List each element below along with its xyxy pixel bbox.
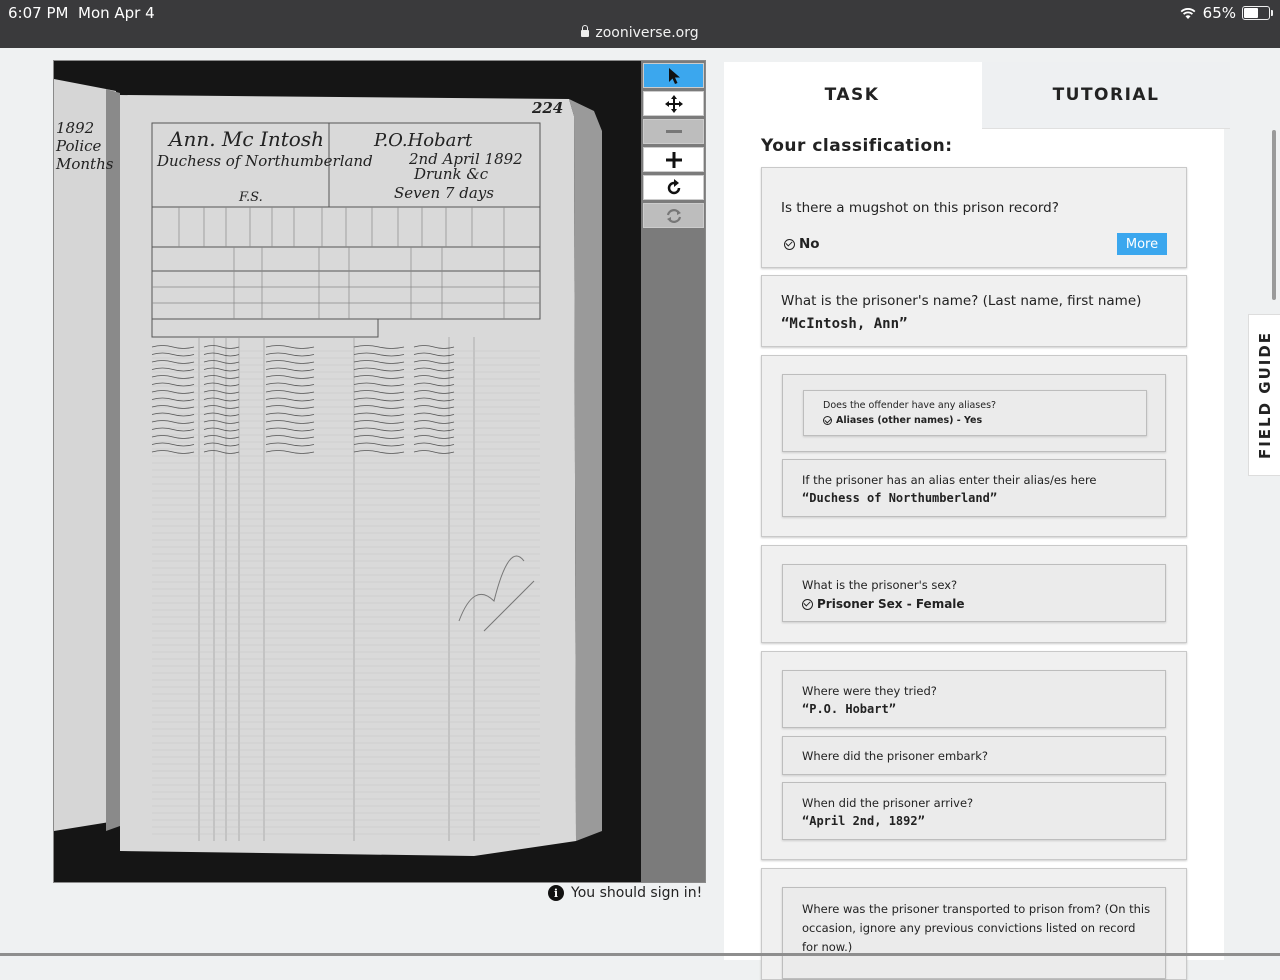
status-indicators: 65% [1179,4,1273,22]
wifi-icon [1180,8,1196,19]
pointer-tool-button[interactable] [643,63,704,88]
alias-entry-card: If the prisoner has an alias enter their… [782,459,1166,517]
sex-group-card: What is the prisoner's sex? Prisoner Sex… [761,545,1187,643]
transported-group-card: Where was the prisoner transported to pr… [761,868,1187,980]
mugshot-answer: No [784,236,820,252]
svg-text:Months: Months [55,155,114,173]
task-panel: TASK TUTORIAL Your classification: Is th… [724,62,1230,980]
lock-icon [581,25,590,37]
pan-tool-button[interactable] [643,91,704,116]
record-sentence: Seven 7 days [394,184,494,202]
status-bar: 6:07 PM Mon Apr 4 zooniverse.org 65% [0,0,1280,48]
embark-question: Where did the prisoner embark? [802,749,989,763]
name-question-card: What is the prisoner's name? (Last name,… [761,275,1187,347]
rotate-button[interactable] [643,175,704,200]
viewer-toolbar [641,61,705,882]
battery-icon [1242,6,1273,20]
record-transported: P.O.Hobart [373,130,473,151]
zoom-out-button[interactable] [643,119,704,144]
check-circle-icon [802,598,813,610]
refresh-icon [666,208,681,223]
panel-tabs: TASK TUTORIAL [724,62,1230,129]
aliases-question: Does the offender have any aliases? [823,400,997,411]
svg-text:Police: Police [55,137,102,155]
record-alias: Duchess of Northumberland [156,152,373,170]
status-time: 6:07 PM Mon Apr 4 [8,4,155,22]
page-number: 224 [531,99,563,117]
move-icon [664,94,683,113]
alias-entry-answer: “Duchess of Northumberland” [802,491,998,505]
subject-viewer: 224 Ann. Mc Intosh Duchess of Northumber… [53,60,706,883]
tried-answer: “P.O. Hobart” [802,702,896,716]
battery-percent: 65% [1202,4,1236,22]
arrive-question: When did the prisoner arrive? [802,796,974,810]
check-circle-icon [784,238,795,250]
cursor-icon [668,67,680,84]
mugshot-question: Is there a mugshot on this prison record… [781,200,1059,216]
reset-view-button[interactable] [643,203,704,228]
field-guide-tab[interactable]: FIELD GUIDE [1248,314,1280,476]
arrive-answer: “April 2nd, 1892” [802,814,925,828]
check-circle-icon [823,416,832,425]
alias-group-card: Does the offender have any aliases? Alia… [761,355,1187,537]
sex-answer: Prisoner Sex - Female [802,597,965,611]
classification-title: Your classification: [761,136,953,156]
aliases-answer: Aliases (other names) - Yes [823,415,982,426]
alias-entry-question: If the prisoner has an alias enter their… [802,473,1097,487]
tab-task[interactable]: TASK [724,62,980,128]
record-name: Ann. Mc Intosh [167,127,324,151]
minus-icon [665,129,682,133]
field-guide-label: FIELD GUIDE [1256,330,1275,460]
name-question: What is the prisoner's name? (Last name,… [781,293,1142,309]
alias-subgroup: Does the offender have any aliases? Alia… [782,374,1166,452]
mugshot-question-card: Is there a mugshot on this prison record… [761,167,1187,268]
embark-question-card: Where did the prisoner embark? [782,736,1166,775]
bottom-divider [0,953,1280,956]
sign-in-notice[interactable]: i You should sign in! [548,885,708,901]
aliases-question-card: Does the offender have any aliases? Alia… [803,390,1147,436]
arrive-question-card: When did the prisoner arrive? “April 2nd… [782,782,1166,840]
sex-question-card: What is the prisoner's sex? Prisoner Sex… [782,564,1166,622]
prison-record-image[interactable]: 224 Ann. Mc Intosh Duchess of Northumber… [54,61,641,882]
tried-question-card: Where were they tried? “P.O. Hobart” [782,670,1166,728]
url-text: zooniverse.org [595,25,699,41]
more-button[interactable]: More [1117,233,1167,255]
sign-in-text: You should sign in! [571,885,703,901]
svg-text:1892: 1892 [56,119,94,137]
transported-question-card: Where was the prisoner transported to pr… [782,887,1166,979]
record-initials: F.S. [238,190,263,205]
zoom-in-button[interactable] [643,147,704,172]
record-offence: Drunk &c [413,165,489,183]
info-icon: i [548,885,564,901]
address-bar[interactable]: zooniverse.org [0,25,1280,41]
scrollbar-thumb[interactable] [1272,130,1276,300]
transported-question: Where was the prisoner transported to pr… [802,902,1151,954]
rotate-icon [667,178,680,194]
trial-group-card: Where were they tried? “P.O. Hobart” Whe… [761,651,1187,860]
tried-question: Where were they tried? [802,684,937,698]
sex-question: What is the prisoner's sex? [802,578,958,592]
tab-tutorial[interactable]: TUTORIAL [982,62,1230,129]
name-answer: “McIntosh, Ann” [781,316,908,332]
plus-icon [665,151,682,168]
